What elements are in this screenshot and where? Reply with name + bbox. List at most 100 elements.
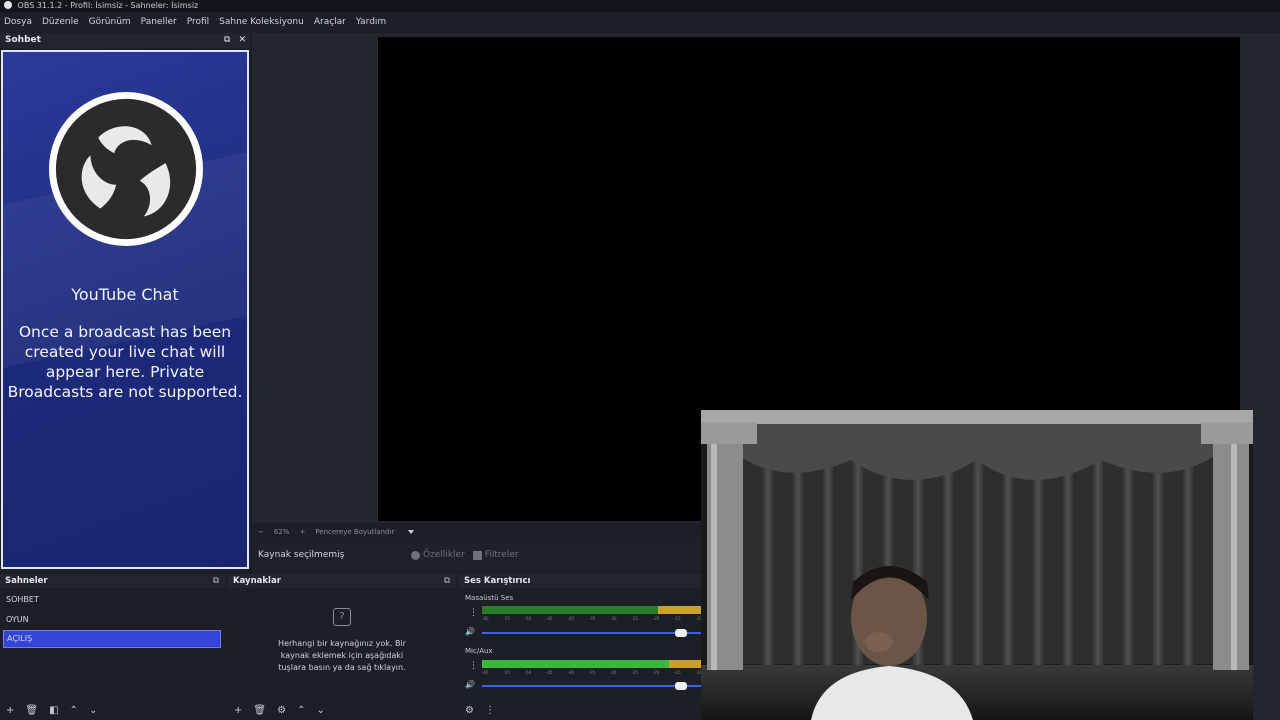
mixer-header: Ses Karıştırıcı [459,574,702,588]
move-down-icon[interactable]: ⌄ [316,705,324,716]
channel-label: Mic/Aux [465,647,493,655]
sources-dock: Kaynaklar ⧉ ? Herhangi bir kaynağınız yo… [228,574,456,720]
volume-slider-knob[interactable] [675,629,687,637]
filter-icon [472,550,482,560]
menu-profile[interactable]: Profil [187,17,209,27]
menu-scene-collection[interactable]: Sahne Koleksiyonu [219,17,304,27]
trash-icon[interactable]: 🗑 [253,705,266,716]
speaker-icon[interactable]: 🔊 [465,628,475,636]
sources-header: Kaynaklar ⧉ [228,574,456,588]
advanced-audio-icon[interactable]: ⚙ [465,705,474,716]
sources-empty-message: Herhangi bir kaynağınız yok. Bir kaynak … [278,639,406,672]
meter-tick-label: -20 [652,616,660,621]
properties-label: Özellikler [423,550,465,560]
sources-title: Kaynaklar [233,576,281,586]
menu-view[interactable]: Görünüm [89,17,131,27]
youtube-chat-panel: YouTube Chat Once a broadcast has been c… [1,50,249,569]
stage-curtain-image [701,410,1253,720]
chevron-down-icon[interactable] [408,530,415,534]
webcam-overlay [701,410,1280,720]
scenes-toolbar: + 🗑 ◧ ⌃ ⌄ [0,703,97,717]
mixer-toolbar: ⚙ ⋮ [459,703,495,717]
properties-button[interactable]: Özellikler [411,550,465,560]
chat-dock-header: Sohbet ⧉ ✕ [0,33,250,48]
speaker-icon[interactable]: 🔊 [465,681,475,689]
undock-icon[interactable]: ⧉ [224,33,230,48]
meter-ticks: -60 -55 -50 -45 -40 -35 -30 -25 -20 -15 -10 [482,670,702,676]
scene-filters-icon[interactable]: ◧ [49,705,58,716]
meter-tick-label: -40 [567,670,574,675]
scene-item-acilis[interactable]: AÇILIŞ [3,630,221,648]
undock-icon[interactable]: ⧉ [213,574,219,588]
obs-app-icon [4,1,12,9]
scenes-header: Sahneler ⧉ [0,574,225,588]
scenes-dock: Sahneler ⧉ SOHBET OYUN AÇILIŞ + 🗑 ◧ ⌃ ⌄ [0,574,225,720]
meter-tick-label: -35 [588,616,596,621]
sources-toolbar: + 🗑 ⚙ ⌃ ⌄ [228,703,325,717]
audio-meter [482,660,702,668]
no-source-label: Kaynak seçilmemiş [258,550,345,560]
meter-tick-label: -45 [546,670,553,675]
move-up-icon[interactable]: ⌃ [297,705,305,716]
trash-icon[interactable]: 🗑 [25,705,38,716]
menu-edit[interactable]: Düzenle [42,17,79,27]
add-source-icon[interactable]: + [234,705,242,716]
meter-tick-label: -55 [503,670,510,675]
window-titlebar: OBS 31.1.2 - Profil: İsimsiz - Sahneler:… [0,0,1280,12]
chat-message: Once a broadcast has been created your l… [7,323,243,401]
menu-help[interactable]: Yardım [356,17,386,27]
mixer-title: Ses Karıştırıcı [464,576,531,586]
add-scene-icon[interactable]: + [6,705,14,716]
filters-button[interactable]: Filtreler [472,550,519,560]
meter-level [482,606,658,614]
move-up-icon[interactable]: ⌃ [70,705,78,716]
zoom-in-button[interactable]: + [299,528,305,536]
volume-slider[interactable] [482,629,702,637]
meter-tick-label: -55 [503,616,510,621]
kebab-menu-icon[interactable]: ⋮ [469,609,478,618]
gear-icon [411,550,420,560]
zoom-level: 62% [273,528,290,536]
filters-label: Filtreler [484,550,519,560]
camera-edge [1253,410,1280,720]
meter-tick-label: -30 [610,616,617,621]
volume-slider-knob[interactable] [675,682,687,690]
volume-slider[interactable] [482,682,702,690]
move-down-icon[interactable]: ⌄ [89,705,97,716]
kebab-menu-icon[interactable]: ⋮ [469,662,478,671]
meter-tick-label: -25 [631,616,638,621]
meter-tick-label: -40 [567,616,574,621]
question-icon: ? [333,608,351,626]
scene-item-oyun[interactable]: OYUN [0,610,225,630]
preview-zoom-bar: − 62% + Pencereye Boyutlandır [252,525,702,539]
window-title: OBS 31.1.2 - Profil: İsimsiz - Sahneler:… [17,1,199,10]
scenes-title: Sahneler [5,576,48,586]
meter-level [482,660,669,668]
kebab-menu-icon[interactable]: ⋮ [485,705,495,716]
undock-icon[interactable]: ⧉ [444,574,450,588]
meter-tick-label: -35 [588,670,596,675]
fit-to-window-label[interactable]: Pencereye Boyutlandır [315,528,394,536]
scene-item-sohbet[interactable]: SOHBET [0,590,225,610]
meter-ticks: -60 -55 -50 -45 -40 -35 -30 -25 -20 -15 -10 [482,616,702,622]
menu-tools[interactable]: Araçlar [314,17,346,27]
meter-tick-label: -25 [631,670,638,675]
menu-docks[interactable]: Paneller [141,17,177,27]
audio-mixer-dock: Ses Karıştırıcı Masaüstü Ses ⋮ -60 -55 -50… [459,574,702,720]
meter-tick-label: -15 [674,670,681,675]
chat-heading: YouTube Chat [71,285,179,304]
gear-icon[interactable]: ⚙ [277,705,286,716]
menu-bar: Dosya Düzenle Görünüm Paneller Profil Sa… [0,13,1280,31]
meter-peak [669,660,702,668]
meter-tick-label: -15 [674,616,681,621]
meter-tick-label: -60 [482,670,489,675]
close-icon[interactable]: ✕ [238,33,246,48]
meter-tick-label: -50 [524,670,532,675]
audio-meter [482,606,702,614]
zoom-out-button[interactable]: − [258,528,264,536]
meter-tick-label: -60 [482,616,489,621]
menu-file[interactable]: Dosya [4,17,32,27]
source-toolbar: Kaynak seçilmemiş Özellikler Filtreler [252,541,702,569]
meter-tick-label: -20 [652,670,660,675]
channel-label: Masaüstü Ses [465,594,514,602]
